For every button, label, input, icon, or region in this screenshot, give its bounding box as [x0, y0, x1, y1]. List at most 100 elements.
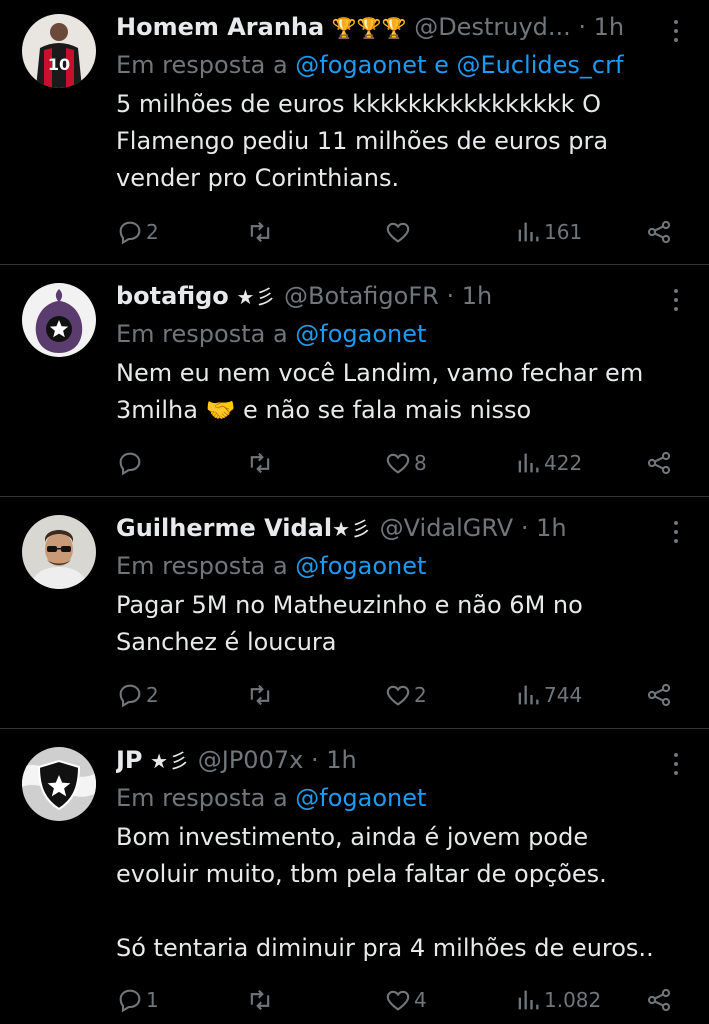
- tweet[interactable]: botafigo ★彡 @BotafigoFR · 1h Em resposta…: [0, 265, 709, 496]
- reply-button[interactable]: 2: [116, 216, 159, 248]
- heart-icon: [386, 222, 410, 243]
- display-name[interactable]: Guilherme Vidal: [116, 514, 332, 542]
- views-button[interactable]: 422: [514, 447, 582, 479]
- avatar[interactable]: 10: [22, 14, 96, 88]
- trophy-badges: 🏆🏆🏆: [331, 16, 407, 40]
- reply-context: Em resposta a @fogaonet: [116, 783, 665, 813]
- timestamp[interactable]: · 1h: [578, 13, 624, 41]
- action-bar: 2 2 744: [116, 679, 673, 711]
- tweet-text: 5 milhões de euros kkkkkkkkkkkkkkkk O Fl…: [116, 86, 665, 197]
- reply-context: Em resposta a @fogaonet e @Euclides_crf: [116, 50, 665, 80]
- mention-link[interactable]: @fogaonet: [295, 784, 426, 812]
- text-line: 3milha 🤝 e não se fala mais nisso: [116, 396, 532, 424]
- like-button[interactable]: [384, 216, 414, 248]
- mention-link[interactable]: @fogaonet: [295, 320, 426, 348]
- views-button[interactable]: 744: [514, 679, 582, 711]
- mention-link[interactable]: @fogaonet: [295, 552, 426, 580]
- like-button[interactable]: 2: [384, 679, 427, 711]
- views-button[interactable]: 161: [514, 216, 582, 248]
- timestamp[interactable]: · 1h: [311, 746, 357, 774]
- text-line: evoluir muito, tbm pela faltar de opções…: [116, 860, 607, 888]
- tweet-text: Bom investimento, ainda é jovem pode evo…: [116, 819, 665, 967]
- reply-prefix: Em resposta a: [116, 320, 288, 348]
- retweet-icon: [250, 221, 270, 243]
- tweet-header: JP ★彡 @JP007x · 1h: [116, 745, 665, 775]
- avatar[interactable]: [22, 515, 96, 589]
- share-icon: [647, 988, 671, 1012]
- share-button[interactable]: [645, 216, 673, 248]
- text-line: 5 milhões de euros kkkkkkkkkkkkkkkk O: [116, 90, 602, 118]
- reply-context: Em resposta a @fogaonet: [116, 551, 665, 581]
- avatar[interactable]: [22, 283, 96, 357]
- like-count: 8: [414, 451, 427, 475]
- text-line: [116, 893, 665, 930]
- player-avatar-icon: 10: [22, 14, 96, 88]
- handle[interactable]: @BotafigoFR: [284, 282, 439, 310]
- fig-star-avatar-icon: [22, 283, 96, 357]
- text-line: Sanchez é loucura: [116, 628, 337, 656]
- handle[interactable]: @Destruyd...: [414, 13, 571, 41]
- retweet-icon: [250, 989, 270, 1011]
- more-options-icon[interactable]: [671, 517, 681, 547]
- reply-icon: [119, 221, 141, 245]
- timestamp[interactable]: · 1h: [521, 514, 567, 542]
- retweet-icon: [250, 452, 270, 474]
- text-line: Só tentaria diminuir pra 4 milhões de eu…: [116, 934, 654, 962]
- like-count: 2: [414, 683, 427, 707]
- tweet-header: Guilherme Vidal★彡 @VidalGRV · 1h: [116, 513, 665, 543]
- text-line: vender pro Corinthians.: [116, 164, 400, 192]
- reply-button[interactable]: 1: [116, 984, 159, 1016]
- share-button[interactable]: [645, 447, 673, 479]
- tweet-text: Pagar 5M no Matheuzinho e não 6M no Sanc…: [116, 587, 665, 661]
- share-button[interactable]: [645, 984, 673, 1016]
- text-line: Flamengo pediu 11 milhões de euros pra: [116, 127, 609, 155]
- heart-icon: [386, 453, 410, 474]
- reply-icon: [119, 684, 141, 708]
- view-count: 1.082: [544, 988, 602, 1012]
- reply-prefix: Em resposta a: [116, 784, 288, 812]
- views-icon: [518, 990, 539, 1010]
- display-name[interactable]: Homem Aranha: [116, 13, 324, 41]
- like-count: 4: [414, 988, 427, 1012]
- reply-icon: [119, 989, 141, 1013]
- reply-count: 2: [146, 683, 159, 707]
- tweet[interactable]: Guilherme Vidal★彡 @VidalGRV · 1h Em resp…: [0, 497, 709, 728]
- reply-button[interactable]: 2: [116, 679, 159, 711]
- handle[interactable]: @JP007x: [198, 746, 304, 774]
- text-line: Bom investimento, ainda é jovem pode: [116, 823, 589, 851]
- star-badge: ★彡: [332, 517, 372, 541]
- avatar[interactable]: [22, 747, 96, 821]
- reply-count: 2: [146, 220, 159, 244]
- more-options-icon[interactable]: [671, 749, 681, 779]
- reply-prefix: Em resposta a: [116, 552, 288, 580]
- retweet-button[interactable]: [246, 447, 276, 479]
- more-options-icon[interactable]: [671, 16, 681, 46]
- like-button[interactable]: 4: [384, 984, 427, 1016]
- views-icon: [518, 222, 539, 242]
- display-name[interactable]: JP: [116, 746, 143, 774]
- mention-link[interactable]: @fogaonet e @Euclides_crf: [295, 51, 623, 79]
- action-bar: 8 422: [116, 447, 673, 479]
- like-button[interactable]: 8: [384, 447, 427, 479]
- tweet[interactable]: JP ★彡 @JP007x · 1h Em resposta a @fogaon…: [0, 729, 709, 1024]
- action-bar: 2 161: [116, 216, 673, 248]
- display-name[interactable]: botafigo: [116, 282, 229, 310]
- retweet-icon: [250, 684, 270, 706]
- tweet[interactable]: 10 Homem Aranha 🏆🏆🏆 @Destruyd... · 1h Em…: [0, 0, 709, 264]
- views-button[interactable]: 1.082: [514, 984, 601, 1016]
- views-icon: [518, 685, 539, 705]
- handle[interactable]: @VidalGRV: [380, 514, 514, 542]
- retweet-button[interactable]: [246, 984, 276, 1016]
- view-count: 422: [544, 451, 583, 475]
- text-line: Pagar 5M no Matheuzinho e não 6M no: [116, 591, 583, 619]
- heart-icon: [386, 685, 410, 706]
- reply-button[interactable]: [116, 447, 146, 479]
- timestamp[interactable]: · 1h: [446, 282, 492, 310]
- retweet-button[interactable]: [246, 679, 276, 711]
- more-options-icon[interactable]: [671, 285, 681, 315]
- share-icon: [647, 451, 671, 475]
- share-button[interactable]: [645, 679, 673, 711]
- retweet-button[interactable]: [246, 216, 276, 248]
- views-icon: [518, 453, 539, 473]
- action-bar: 1 4 1.082: [116, 984, 673, 1016]
